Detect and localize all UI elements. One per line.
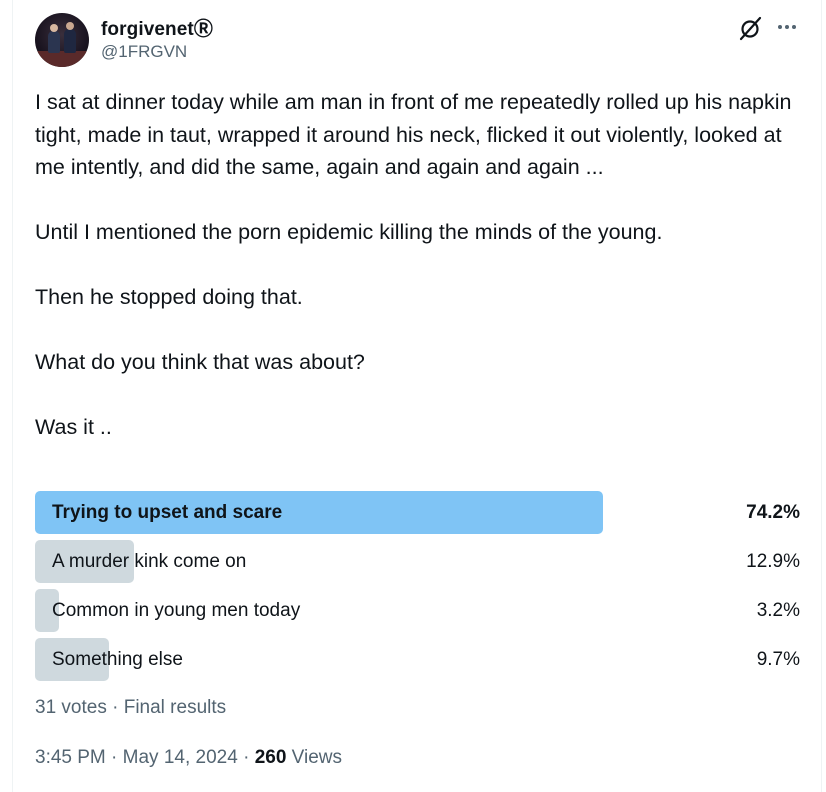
separator-dot: · (237, 747, 255, 768)
tweet-date[interactable]: May 14, 2024 (123, 747, 238, 768)
tweet-paragraph: Until I mentioned the porn epidemic kill… (35, 220, 663, 244)
poll-option-label: Trying to upset and scare (52, 502, 283, 523)
poll-option-percent: 12.9% (746, 551, 800, 572)
tweet-text: I sat at dinner today while am man in fr… (35, 86, 805, 444)
display-name[interactable]: forgivenetⓇ (101, 14, 213, 41)
poll-option: Something else 9.7% (35, 638, 800, 681)
poll-option-label: Common in young men today (52, 600, 301, 621)
user-handle[interactable]: @1FRGVN (101, 42, 187, 62)
grok-icon[interactable] (738, 15, 764, 41)
poll: Trying to upset and scare 74.2% A murder… (35, 491, 800, 687)
poll-option: Trying to upset and scare 74.2% (35, 491, 800, 534)
poll-option: A murder kink come on 12.9% (35, 540, 800, 583)
separator-dot: · (105, 747, 123, 768)
poll-summary: 31 votes · Final results (35, 697, 226, 719)
poll-status: Final results (123, 697, 227, 718)
views-count[interactable]: 260 (255, 747, 287, 768)
poll-vote-count: 31 votes (35, 697, 107, 718)
poll-option-percent: 9.7% (756, 649, 800, 670)
tweet-paragraph: I sat at dinner today while am man in fr… (35, 90, 798, 179)
poll-option: Common in young men today 3.2% (35, 589, 800, 632)
avatar[interactable] (35, 13, 89, 67)
tweet-time[interactable]: 3:45 PM (35, 747, 106, 768)
poll-option-percent: 74.2% (746, 502, 800, 523)
poll-option-percent: 3.2% (756, 600, 800, 621)
poll-option-label: A murder kink come on (52, 551, 247, 572)
tweet-meta: 3:45 PM · May 14, 2024 · 260 Views (35, 747, 342, 769)
poll-option-label: Something else (52, 649, 183, 670)
tweet-paragraph: Then he stopped doing that. (35, 285, 303, 309)
separator-dot: · (106, 697, 124, 718)
tweet-paragraph: Was it .. (35, 415, 112, 439)
tweet-paragraph: What do you think that was about? (35, 350, 365, 374)
views-label: Views (286, 747, 343, 768)
more-icon[interactable] (776, 17, 798, 37)
